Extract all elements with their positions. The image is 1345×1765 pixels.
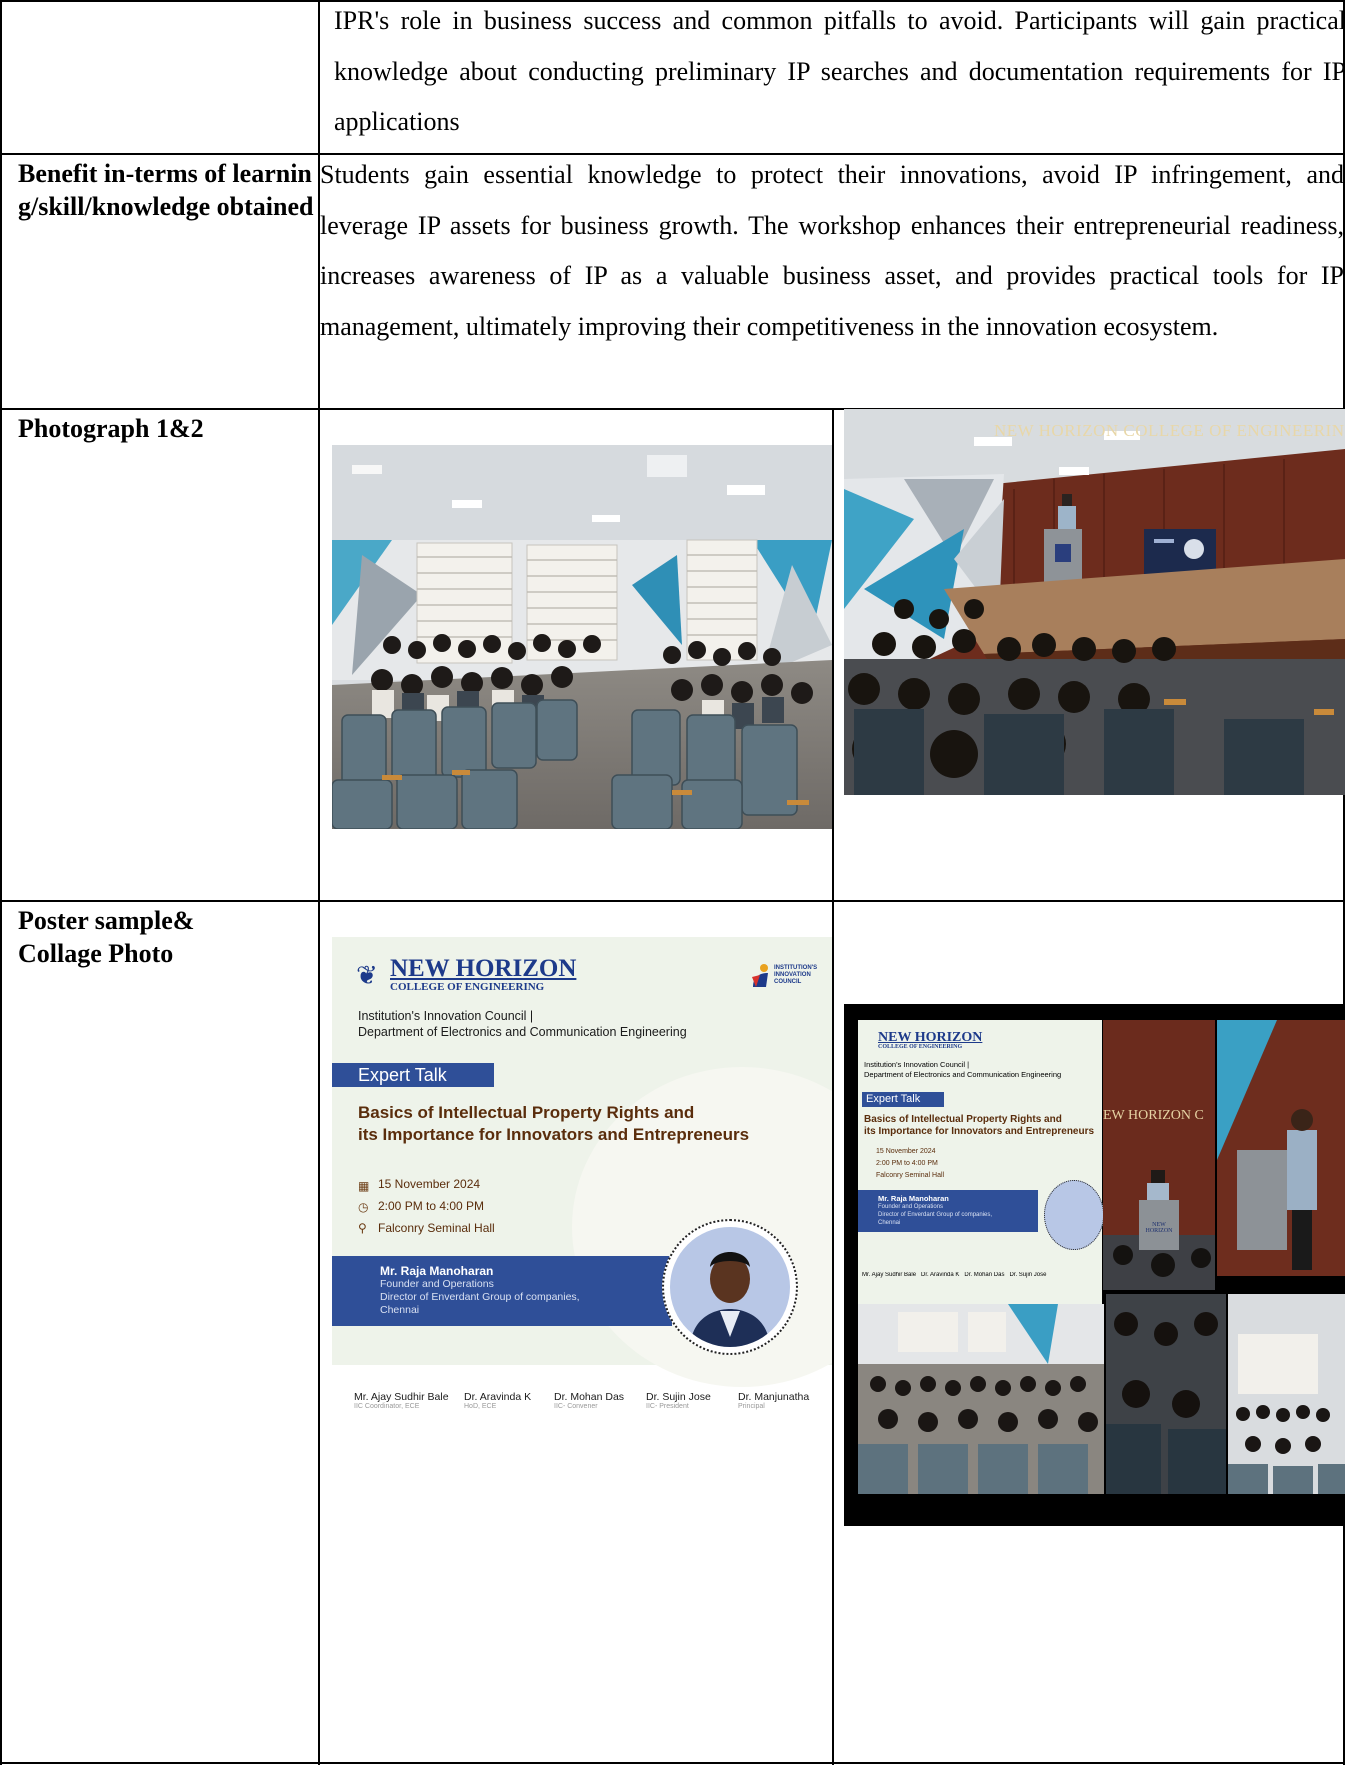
row4-label-line1: Poster sample& — [18, 906, 195, 935]
mini-poster-title1: Basics of Intellectual Property Rights a… — [864, 1114, 1062, 1125]
column-divider-photos — [832, 409, 834, 1765]
mini-poster-speaker-city: Chennai — [878, 1220, 901, 1226]
row4-label: Poster sample& Collage Photo — [18, 904, 314, 970]
photograph-1-audience — [332, 445, 832, 829]
footer-person-role: Principal — [738, 1403, 765, 1410]
footer-person: Mr. Ajay Sudhir Bale IIC Coordinator, EC… — [354, 1391, 449, 1410]
footer-person: Dr. Aravinda K HoD, ECE — [464, 1391, 531, 1410]
poster-date: 15 November 2024 — [378, 1177, 481, 1191]
poster-event-type: Expert Talk — [332, 1063, 494, 1087]
mini-speaker-portrait — [1044, 1180, 1104, 1250]
table-border-bottom — [0, 1762, 1345, 1764]
poster-footer: Mr. Ajay Sudhir Bale IIC Coordinator, EC… — [354, 1391, 824, 1421]
mini-footer-name: Mr. Ajay Sudhir Bale — [862, 1272, 917, 1278]
photograph-2-stage: NEW HORIZON COLLEGE OF ENGINEERING — [844, 409, 1345, 795]
stage-sign-text: NEW HORIZON COLLEGE OF ENGINEERING — [994, 421, 1345, 440]
collage-stage-panel: EW HORIZON C NEW HORIZON — [1103, 1020, 1215, 1290]
poster-speaker-name: Mr. Raja Manoharan — [380, 1264, 494, 1278]
footer-person-role: IIC- President — [646, 1403, 689, 1410]
collage-audience-panel-3 — [1228, 1294, 1345, 1494]
mini-poster-speaker-role2: Director of Enverdant Group of companies… — [878, 1212, 993, 1218]
mini-footer-name: Dr. Sujin Jose — [1009, 1272, 1047, 1278]
speaker-portrait — [662, 1219, 798, 1355]
poster-speaker-role2: Director of Enverdant Group of companies… — [380, 1291, 580, 1303]
poster-logo-sub: COLLEGE OF ENGINEERING — [390, 981, 545, 993]
footer-person-name: Dr. Aravinda K — [464, 1391, 532, 1403]
footer-person-name: Mr. Ajay Sudhir Bale — [354, 1391, 449, 1403]
mini-footer-name: Dr. Mohan Das — [964, 1272, 1005, 1278]
footer-person-role: IIC- Convener — [554, 1403, 598, 1410]
mini-poster-event: Expert Talk — [862, 1092, 944, 1107]
footer-person: Dr. Sujin Jose IIC- President — [646, 1391, 711, 1410]
row1-description: IPR's role in business success and commo… — [334, 6, 1345, 136]
clock-icon: ◷ — [358, 1200, 369, 1214]
collage-sign-text: EW HORIZON C — [1103, 1108, 1204, 1123]
stage-photo-svg — [844, 409, 1345, 795]
mini-poster-venue: Falconry Seminal Hall — [876, 1172, 945, 1179]
poster-logo-main: NEW HORIZON — [390, 955, 577, 982]
collage-speaker-panel — [1217, 1020, 1345, 1276]
footer-person-role: HoD, ECE — [464, 1403, 497, 1410]
mini-poster-speaker-role1: Founder and Operations — [878, 1204, 944, 1210]
footer-person-name: Dr. Mohan Das — [554, 1391, 625, 1403]
mini-poster-dept1: Institution's Innovation Council | — [864, 1060, 970, 1069]
poster-title-line1: Basics of Intellectual Property Rights a… — [358, 1103, 695, 1122]
poster-dept-line1: Institution's Innovation Council | — [358, 1009, 534, 1023]
college-logo-icon: ❦ — [356, 960, 378, 990]
calendar-icon: ▦ — [358, 1179, 370, 1193]
poster-sample: ❦ NEW HORIZON COLLEGE OF ENGINEERING INS… — [332, 937, 832, 1447]
poster-dept-line2: Department of Electronics and Communicat… — [358, 1025, 687, 1039]
audience-photo-svg — [332, 445, 832, 829]
row2-description: Students gain essential knowledge to pro… — [320, 160, 1344, 341]
poster-venue: Falconry Seminal Hall — [378, 1221, 495, 1235]
poster-title-line2: its Importance for Innovators and Entrep… — [358, 1125, 750, 1144]
mini-poster-speaker: Mr. Raja Manoharan — [878, 1194, 949, 1203]
footer-person-name: Dr. Manjunatha — [738, 1391, 810, 1403]
iic-logo-text: INSTITUTION'S INNOVATION COUNCIL — [774, 965, 818, 985]
collage-photo: NEW HORIZON COLLEGE OF ENGINEERING Insti… — [844, 1004, 1345, 1526]
mini-poster-logo-sub: COLLEGE OF ENGINEERING — [878, 1044, 963, 1050]
row4-label-line2: Collage Photo — [18, 939, 174, 968]
location-icon: ⚲ — [358, 1221, 367, 1235]
row3-label: Photograph 1&2 — [18, 414, 204, 443]
mini-poster-footer: Mr. Ajay Sudhir Bale Dr. Aravinda K Dr. … — [862, 1272, 1102, 1278]
footer-person: Dr. Mohan Das IIC- Convener — [554, 1391, 624, 1410]
row2-label: Benefit in-terms of learning/skill/knowl… — [18, 159, 314, 221]
footer-person: Dr. Manjunatha Principal — [738, 1391, 809, 1410]
poster-speaker-city: Chennai — [380, 1304, 420, 1316]
mini-poster-dept2: Department of Electronics and Communicat… — [864, 1070, 1062, 1079]
table-border-left — [0, 0, 2, 1765]
poster-speaker-role1: Founder and Operations — [380, 1278, 494, 1290]
mini-poster-time: 2:00 PM to 4:00 PM — [876, 1160, 938, 1167]
mini-footer-name: Dr. Aravinda K — [921, 1272, 960, 1278]
mini-poster-title2: its Importance for Innovators and Entrep… — [864, 1126, 1095, 1137]
collage-mini-poster: NEW HORIZON COLLEGE OF ENGINEERING Insti… — [858, 1020, 1104, 1304]
footer-person-role: IIC Coordinator, ECE — [354, 1403, 420, 1410]
footer-person-name: Dr. Sujin Jose — [646, 1391, 711, 1403]
collage-podium-text: NEW HORIZON — [1145, 1222, 1173, 1234]
collage-audience-panel-1 — [858, 1304, 1104, 1494]
iic-logo-icon — [750, 963, 772, 989]
collage-audience-panel-2 — [1106, 1294, 1226, 1494]
row-divider-3 — [0, 900, 1345, 902]
mini-poster-date: 15 November 2024 — [876, 1148, 936, 1155]
poster-time: 2:00 PM to 4:00 PM — [378, 1199, 485, 1213]
